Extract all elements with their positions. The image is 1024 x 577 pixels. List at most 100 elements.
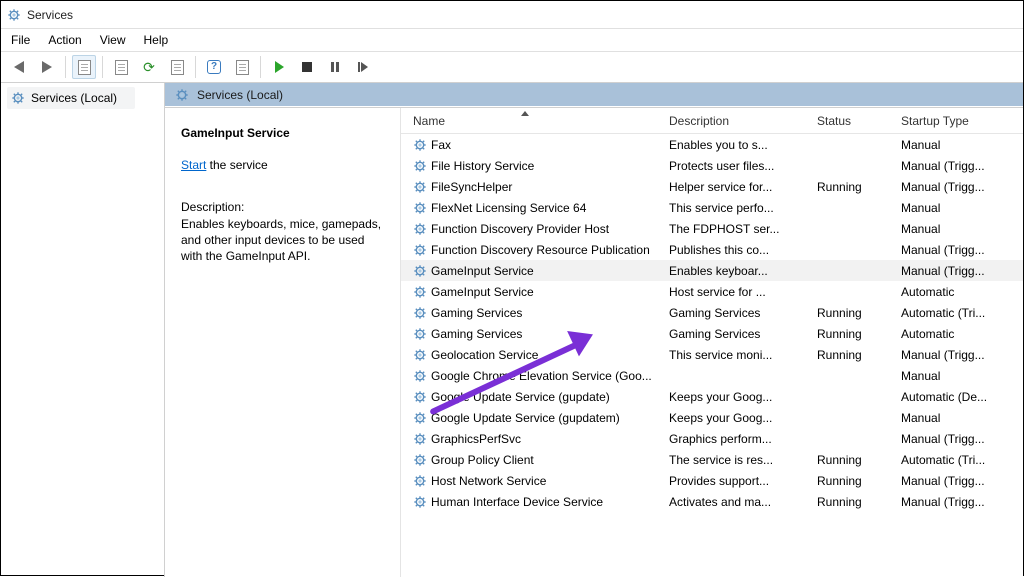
window-title: Services [27, 8, 73, 22]
service-name: Google Chrome Elevation Service (Goo... [431, 369, 652, 383]
title-bar: Services [1, 1, 1023, 29]
service-name: Fax [431, 138, 451, 152]
service-status: Running [817, 453, 901, 467]
service-row[interactable]: Host Network Service Provides support...R… [401, 470, 1023, 491]
pause-service-button[interactable] [323, 55, 347, 79]
service-startup-type: Manual (Trigg... [901, 264, 1023, 278]
service-row[interactable]: Group Policy Client The service is res...… [401, 449, 1023, 470]
service-name: Function Discovery Resource Publication [431, 243, 650, 257]
service-name: GameInput Service [431, 285, 534, 299]
gear-icon [413, 327, 427, 341]
service-description: Helper service for... [669, 180, 817, 194]
service-row[interactable]: GraphicsPerfSvcGraphics perform...Manual… [401, 428, 1023, 449]
service-startup-type: Manual (Trigg... [901, 348, 1023, 362]
service-row[interactable]: File History Service Protects user files.… [401, 155, 1023, 176]
grid-header: Name Description Status Startup Type [401, 108, 1023, 134]
app-icon [7, 8, 21, 22]
service-row[interactable]: Geolocation ServiceThis service moni...R… [401, 344, 1023, 365]
start-link[interactable]: Start [181, 158, 206, 172]
gear-icon [413, 264, 427, 278]
service-row[interactable]: Google Chrome Elevation Service (Goo...M… [401, 365, 1023, 386]
help-button[interactable]: ? [202, 55, 226, 79]
service-status: Running [817, 306, 901, 320]
gear-icon [413, 432, 427, 446]
column-name[interactable]: Name [413, 114, 669, 128]
service-description: Graphics perform... [669, 432, 817, 446]
service-name: Geolocation Service [431, 348, 538, 362]
column-startup-type[interactable]: Startup Type [901, 114, 1023, 128]
show-hide-tree-button[interactable] [72, 55, 96, 79]
service-name: Host Network Service [431, 474, 546, 488]
service-startup-type: Automatic [901, 327, 1023, 341]
service-row[interactable]: Google Update Service (gupdate)Keeps you… [401, 386, 1023, 407]
service-name: Gaming Services [431, 306, 522, 320]
export-button[interactable] [165, 55, 189, 79]
service-description: Enables keyboar... [669, 264, 817, 278]
service-status: Running [817, 327, 901, 341]
service-description: Provides support... [669, 474, 817, 488]
service-description: Protects user files... [669, 159, 817, 173]
service-startup-type: Manual (Trigg... [901, 495, 1023, 509]
restart-service-button[interactable] [351, 55, 375, 79]
menu-file[interactable]: File [11, 33, 30, 47]
gear-icon [413, 474, 427, 488]
service-row[interactable]: Human Interface Device Service Activates … [401, 491, 1023, 512]
service-startup-type: Automatic [901, 285, 1023, 299]
service-startup-type: Manual (Trigg... [901, 432, 1023, 446]
service-row[interactable]: GameInput Service Host service for ... Aut… [401, 281, 1023, 302]
nav-back-button[interactable] [7, 55, 31, 79]
service-name: Group Policy Client [431, 453, 534, 467]
properties-button[interactable] [109, 55, 133, 79]
service-description: The service is res... [669, 453, 817, 467]
gear-icon [413, 180, 427, 194]
service-description: Activates and ma... [669, 495, 817, 509]
service-name: File History Service [431, 159, 534, 173]
service-startup-type: Manual (Trigg... [901, 159, 1023, 173]
service-startup-type: Manual (Trigg... [901, 180, 1023, 194]
nav-forward-button[interactable] [35, 55, 59, 79]
gear-icon [413, 369, 427, 383]
service-status: Running [817, 474, 901, 488]
service-description: Host service for ... [669, 285, 817, 299]
service-row[interactable]: Gaming ServicesGaming ServicesRunningAut… [401, 302, 1023, 323]
menu-action[interactable]: Action [48, 33, 81, 47]
service-row[interactable]: Fax Enables you to s... Manual [401, 134, 1023, 155]
service-startup-type: Manual [901, 138, 1023, 152]
menu-view[interactable]: View [100, 33, 126, 47]
column-status[interactable]: Status [817, 114, 901, 128]
service-row[interactable]: GameInput Service Enables keyboar... Manua… [401, 260, 1023, 281]
start-service-button[interactable] [267, 55, 291, 79]
service-name: Human Interface Device Service [431, 495, 603, 509]
options-button[interactable] [230, 55, 254, 79]
refresh-button[interactable]: ⟳ [137, 55, 161, 79]
service-row[interactable]: Google Update Service (gupdatem)Keeps yo… [401, 407, 1023, 428]
service-row[interactable]: Gaming ServicesGaming ServicesRunningAut… [401, 323, 1023, 344]
service-description: Publishes this co... [669, 243, 817, 257]
service-startup-type: Manual [901, 222, 1023, 236]
service-description: This service perfo... [669, 201, 817, 215]
tree-node-services-local[interactable]: Services (Local) [7, 87, 135, 109]
tree-node-label: Services (Local) [31, 91, 117, 105]
toolbar: ⟳ ? [1, 51, 1023, 83]
service-startup-type: Manual [901, 201, 1023, 215]
column-description[interactable]: Description [669, 114, 817, 128]
service-row[interactable]: Function Discovery Resource Publication P… [401, 239, 1023, 260]
service-name: FileSyncHelper [431, 180, 512, 194]
tree-pane: Services (Local) [1, 83, 165, 577]
gear-icon [413, 243, 427, 257]
service-row[interactable]: Function Discovery Provider HostThe FDPH… [401, 218, 1023, 239]
service-description: Enables you to s... [669, 138, 817, 152]
service-startup-type: Automatic (Tri... [901, 306, 1023, 320]
service-name: Google Update Service (gupdate) [431, 390, 610, 404]
service-name: GameInput Service [431, 264, 534, 278]
detail-heading: GameInput Service [181, 126, 386, 140]
service-row[interactable]: FileSyncHelperHelper service for...Runni… [401, 176, 1023, 197]
gear-icon [413, 495, 427, 509]
stop-service-button[interactable] [295, 55, 319, 79]
detail-pane: GameInput Service Start the service Desc… [165, 108, 401, 577]
service-name: Function Discovery Provider Host [431, 222, 609, 236]
content-header-title: Services (Local) [197, 88, 283, 102]
gear-icon [413, 390, 427, 404]
service-row[interactable]: FlexNet Licensing Service 64This service… [401, 197, 1023, 218]
menu-help[interactable]: Help [144, 33, 169, 47]
